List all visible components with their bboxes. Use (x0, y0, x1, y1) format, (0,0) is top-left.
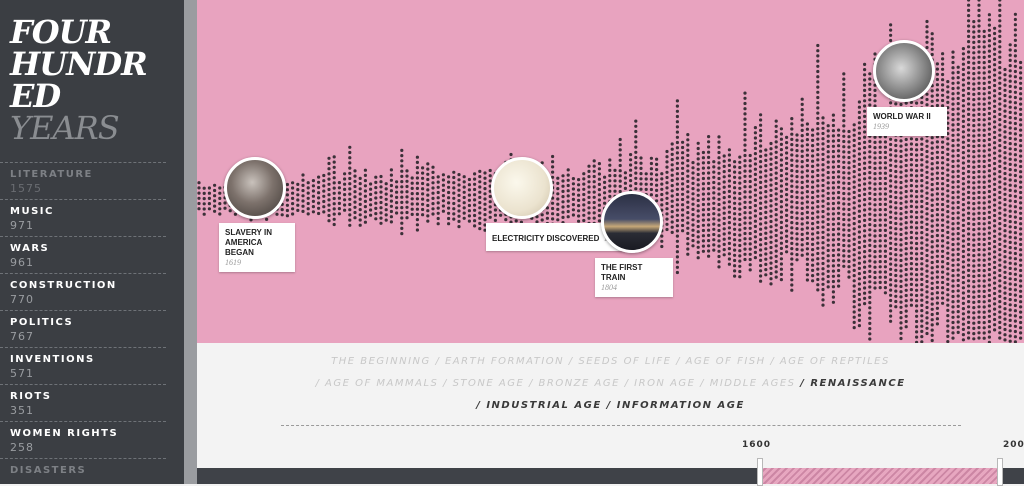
event-year: 1619 (225, 258, 241, 267)
timeline-end-label: 2000 (1003, 440, 1024, 450)
title-line-4: YEARS (10, 109, 120, 147)
category-women-rights[interactable]: WOMEN RIGHTS 258 (0, 421, 166, 458)
category-count: 961 (10, 256, 34, 269)
event-photo-electricity[interactable] (491, 157, 553, 219)
event-label[interactable]: THE FIRST TRAIN 1804 (595, 258, 673, 297)
event-title: ELECTRICITY DISCOVERED (492, 234, 600, 243)
timeline-start-label: 1600 (742, 440, 772, 450)
category-name: CONSTRUCTION (10, 280, 117, 291)
era-navigation: THE BEGINNING / EARTH FORMATION / SEEDS … (197, 343, 1024, 468)
event-photo-slavery[interactable] (224, 157, 286, 219)
category-name: WOMEN RIGHTS (10, 428, 119, 439)
category-name: MUSIC (10, 206, 54, 217)
category-name: RIOTS (10, 391, 52, 402)
event-year: 1939 (873, 122, 889, 131)
sidebar-scrollbar[interactable] (184, 0, 197, 484)
category-name: DISASTERS (10, 465, 87, 476)
event-year: 1804 (601, 283, 617, 292)
era-industrial-information[interactable]: / INDUSTRIAL AGE / INFORMATION AGE (476, 400, 745, 411)
category-riots[interactable]: RIOTS 351 (0, 384, 166, 421)
category-count: 971 (10, 219, 34, 232)
title-line-1: FOUR (10, 13, 112, 51)
title-line-2: HUNDR (10, 45, 148, 83)
range-end-handle[interactable] (997, 458, 1003, 486)
event-title: WORLD WAR II (873, 112, 931, 121)
category-count: 351 (10, 404, 34, 417)
category-list: LITERATURE 1575 MUSIC 971 WARS 961 CONST… (0, 162, 186, 484)
category-count: 258 (10, 441, 34, 454)
event-title: SLAVERY IN AMERICA BEGAN (225, 228, 272, 257)
category-inventions[interactable]: INVENTIONS 571 (0, 347, 166, 384)
category-name: WARS (10, 243, 50, 254)
category-name: POLITICS (10, 317, 74, 328)
event-title: THE FIRST TRAIN (601, 263, 643, 282)
era-renaissance[interactable]: / RENAISSANCE (800, 378, 905, 389)
event-photo-train[interactable] (601, 191, 663, 253)
category-count: 767 (10, 330, 34, 343)
sidebar: FOUR HUNDR ED YEARS LITERATURE 1575 MUSI… (0, 0, 186, 484)
event-photo-wwii[interactable] (873, 40, 935, 102)
category-name: INVENTIONS (10, 354, 95, 365)
era-line-1[interactable]: THE BEGINNING / EARTH FORMATION / SEEDS … (197, 356, 1024, 367)
era-list-faded[interactable]: THE BEGINNING / EARTH FORMATION / SEEDS … (331, 356, 890, 367)
era-line-3[interactable]: / INDUSTRIAL AGE / INFORMATION AGE (197, 400, 1024, 411)
category-wars[interactable]: WARS 961 (0, 236, 166, 273)
range-start-handle[interactable] (757, 458, 763, 486)
title-line-3: ED (10, 77, 61, 115)
category-politics[interactable]: POLITICS 767 (0, 310, 166, 347)
category-construction[interactable]: CONSTRUCTION 770 (0, 273, 166, 310)
event-label[interactable]: SLAVERY IN AMERICA BEGAN 1619 (219, 223, 295, 272)
timeline-visualization[interactable]: SLAVERY IN AMERICA BEGAN 1619 ELECTRICIT… (197, 0, 1024, 343)
category-disasters[interactable]: DISASTERS (0, 458, 166, 484)
event-label[interactable]: WORLD WAR II 1939 (867, 107, 947, 136)
era-divider (281, 425, 961, 426)
category-literature[interactable]: LITERATURE 1575 (0, 162, 166, 199)
app-title: FOUR HUNDR ED YEARS (10, 13, 148, 147)
category-count: 571 (10, 367, 34, 380)
category-count: 1575 (10, 182, 42, 195)
era-list-faded-2[interactable]: / AGE OF MAMMALS / STONE AGE / BRONZE AG… (315, 378, 795, 389)
category-count: 770 (10, 293, 34, 306)
category-name: LITERATURE (10, 169, 93, 180)
selected-range[interactable] (757, 458, 1003, 486)
timeline-range-bar[interactable] (197, 458, 1024, 486)
category-music[interactable]: MUSIC 971 (0, 199, 166, 236)
era-line-2[interactable]: / AGE OF MAMMALS / STONE AGE / BRONZE AG… (197, 378, 1024, 389)
